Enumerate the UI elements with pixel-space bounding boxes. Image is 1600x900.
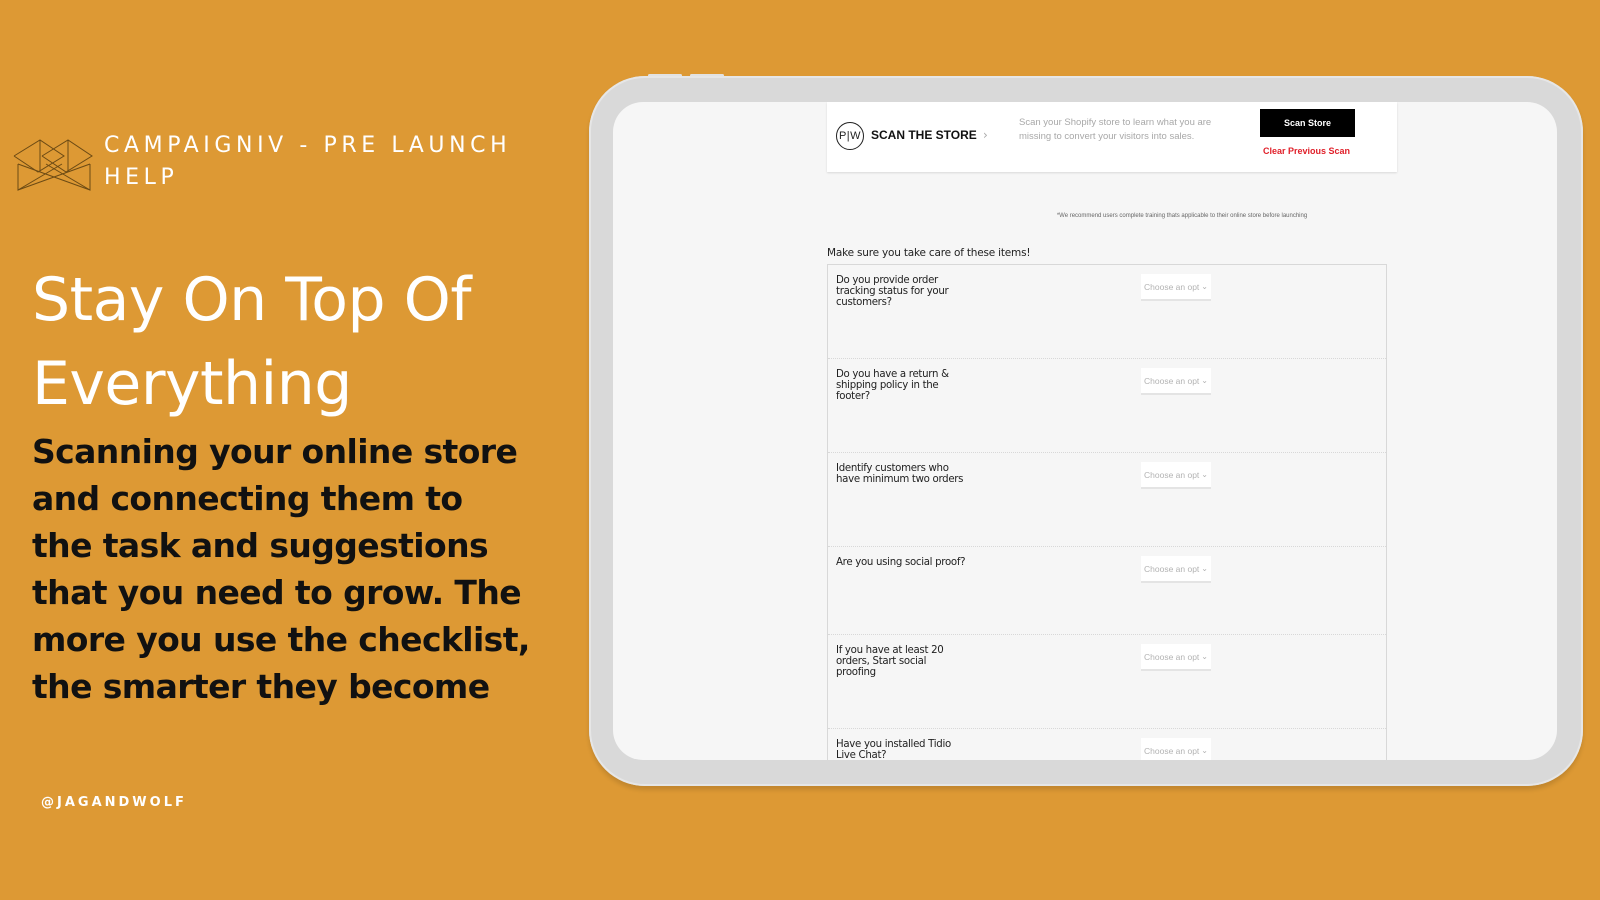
description: Scanning your online store and connectin… — [32, 432, 530, 706]
tablet-frame: P|W SCAN THE STORE › Scan your Shopify s… — [589, 76, 1583, 786]
scan-store-title: SCAN THE STORE — [871, 128, 977, 142]
social-handle: @JAGANDWOLF — [41, 795, 187, 810]
recommend-note: *We recommend users complete training th… — [1056, 213, 1308, 219]
select-placeholder: Choose an opt — [1144, 375, 1200, 386]
checklist-heading: Make sure you take care of these items! — [827, 247, 1031, 259]
option-select[interactable]: Choose an opt ⌄ — [1141, 738, 1211, 760]
select-placeholder: Choose an opt — [1144, 651, 1200, 662]
option-select[interactable]: Choose an opt ⌄ — [1141, 368, 1211, 395]
scan-store-card: P|W SCAN THE STORE › Scan your Shopify s… — [827, 102, 1397, 172]
select-placeholder: Choose an opt — [1144, 281, 1200, 292]
checklist: Do you provide order tracking status for… — [827, 264, 1387, 760]
pw-logo-icon: P|W — [836, 122, 864, 150]
tablet-screen: P|W SCAN THE STORE › Scan your Shopify s… — [613, 102, 1557, 760]
checklist-question: Identify customers who have minimum two … — [836, 463, 964, 485]
chevron-down-icon: ⌄ — [1201, 282, 1208, 291]
option-select[interactable]: Choose an opt ⌄ — [1141, 274, 1211, 301]
select-placeholder: Choose an opt — [1144, 745, 1200, 756]
checklist-question: Are you using social proof? — [836, 557, 966, 568]
checklist-item: Do you have a return & shipping policy i… — [828, 359, 1386, 453]
chevron-down-icon: ⌄ — [1201, 746, 1208, 755]
option-select[interactable]: Choose an opt ⌄ — [1141, 644, 1211, 671]
headline: Stay On Top Of Everything — [32, 265, 471, 419]
checklist-question: If you have at least 20 orders, Start so… — [836, 645, 944, 678]
chevron-down-icon: ⌄ — [1201, 376, 1208, 385]
scan-store-description: Scan your Shopify store to learn what yo… — [1019, 117, 1212, 142]
scan-store-button[interactable]: Scan Store — [1260, 109, 1355, 137]
geometric-box-logo-icon — [13, 139, 93, 191]
checklist-item: Do you provide order tracking status for… — [828, 265, 1386, 359]
checklist-question: Do you provide order tracking status for… — [836, 275, 949, 308]
checklist-item: Are you using social proof? Choose an op… — [828, 547, 1386, 635]
chevron-down-icon: ⌄ — [1201, 564, 1208, 573]
clear-previous-scan-link[interactable]: Clear Previous Scan — [1263, 146, 1350, 156]
chevron-right-icon: › — [983, 128, 988, 142]
checklist-item: Have you installed Tidio Live Chat? Choo… — [828, 729, 1386, 760]
checklist-question: Have you installed Tidio Live Chat? — [836, 739, 951, 760]
chevron-down-icon: ⌄ — [1201, 652, 1208, 661]
checklist-item: Identify customers who have minimum two … — [828, 453, 1386, 547]
checklist-item: If you have at least 20 orders, Start so… — [828, 635, 1386, 729]
select-placeholder: Choose an opt — [1144, 469, 1200, 480]
option-select[interactable]: Choose an opt ⌄ — [1141, 556, 1211, 583]
checklist-question: Do you have a return & shipping policy i… — [836, 369, 949, 402]
brand-title: CAMPAIGNIV - PRE LAUNCH HELP — [104, 133, 512, 190]
select-placeholder: Choose an opt — [1144, 563, 1200, 574]
brand-header: CAMPAIGNIV - PRE LAUNCH HELP — [12, 128, 534, 194]
chevron-down-icon: ⌄ — [1201, 470, 1208, 479]
option-select[interactable]: Choose an opt ⌄ — [1141, 462, 1211, 489]
